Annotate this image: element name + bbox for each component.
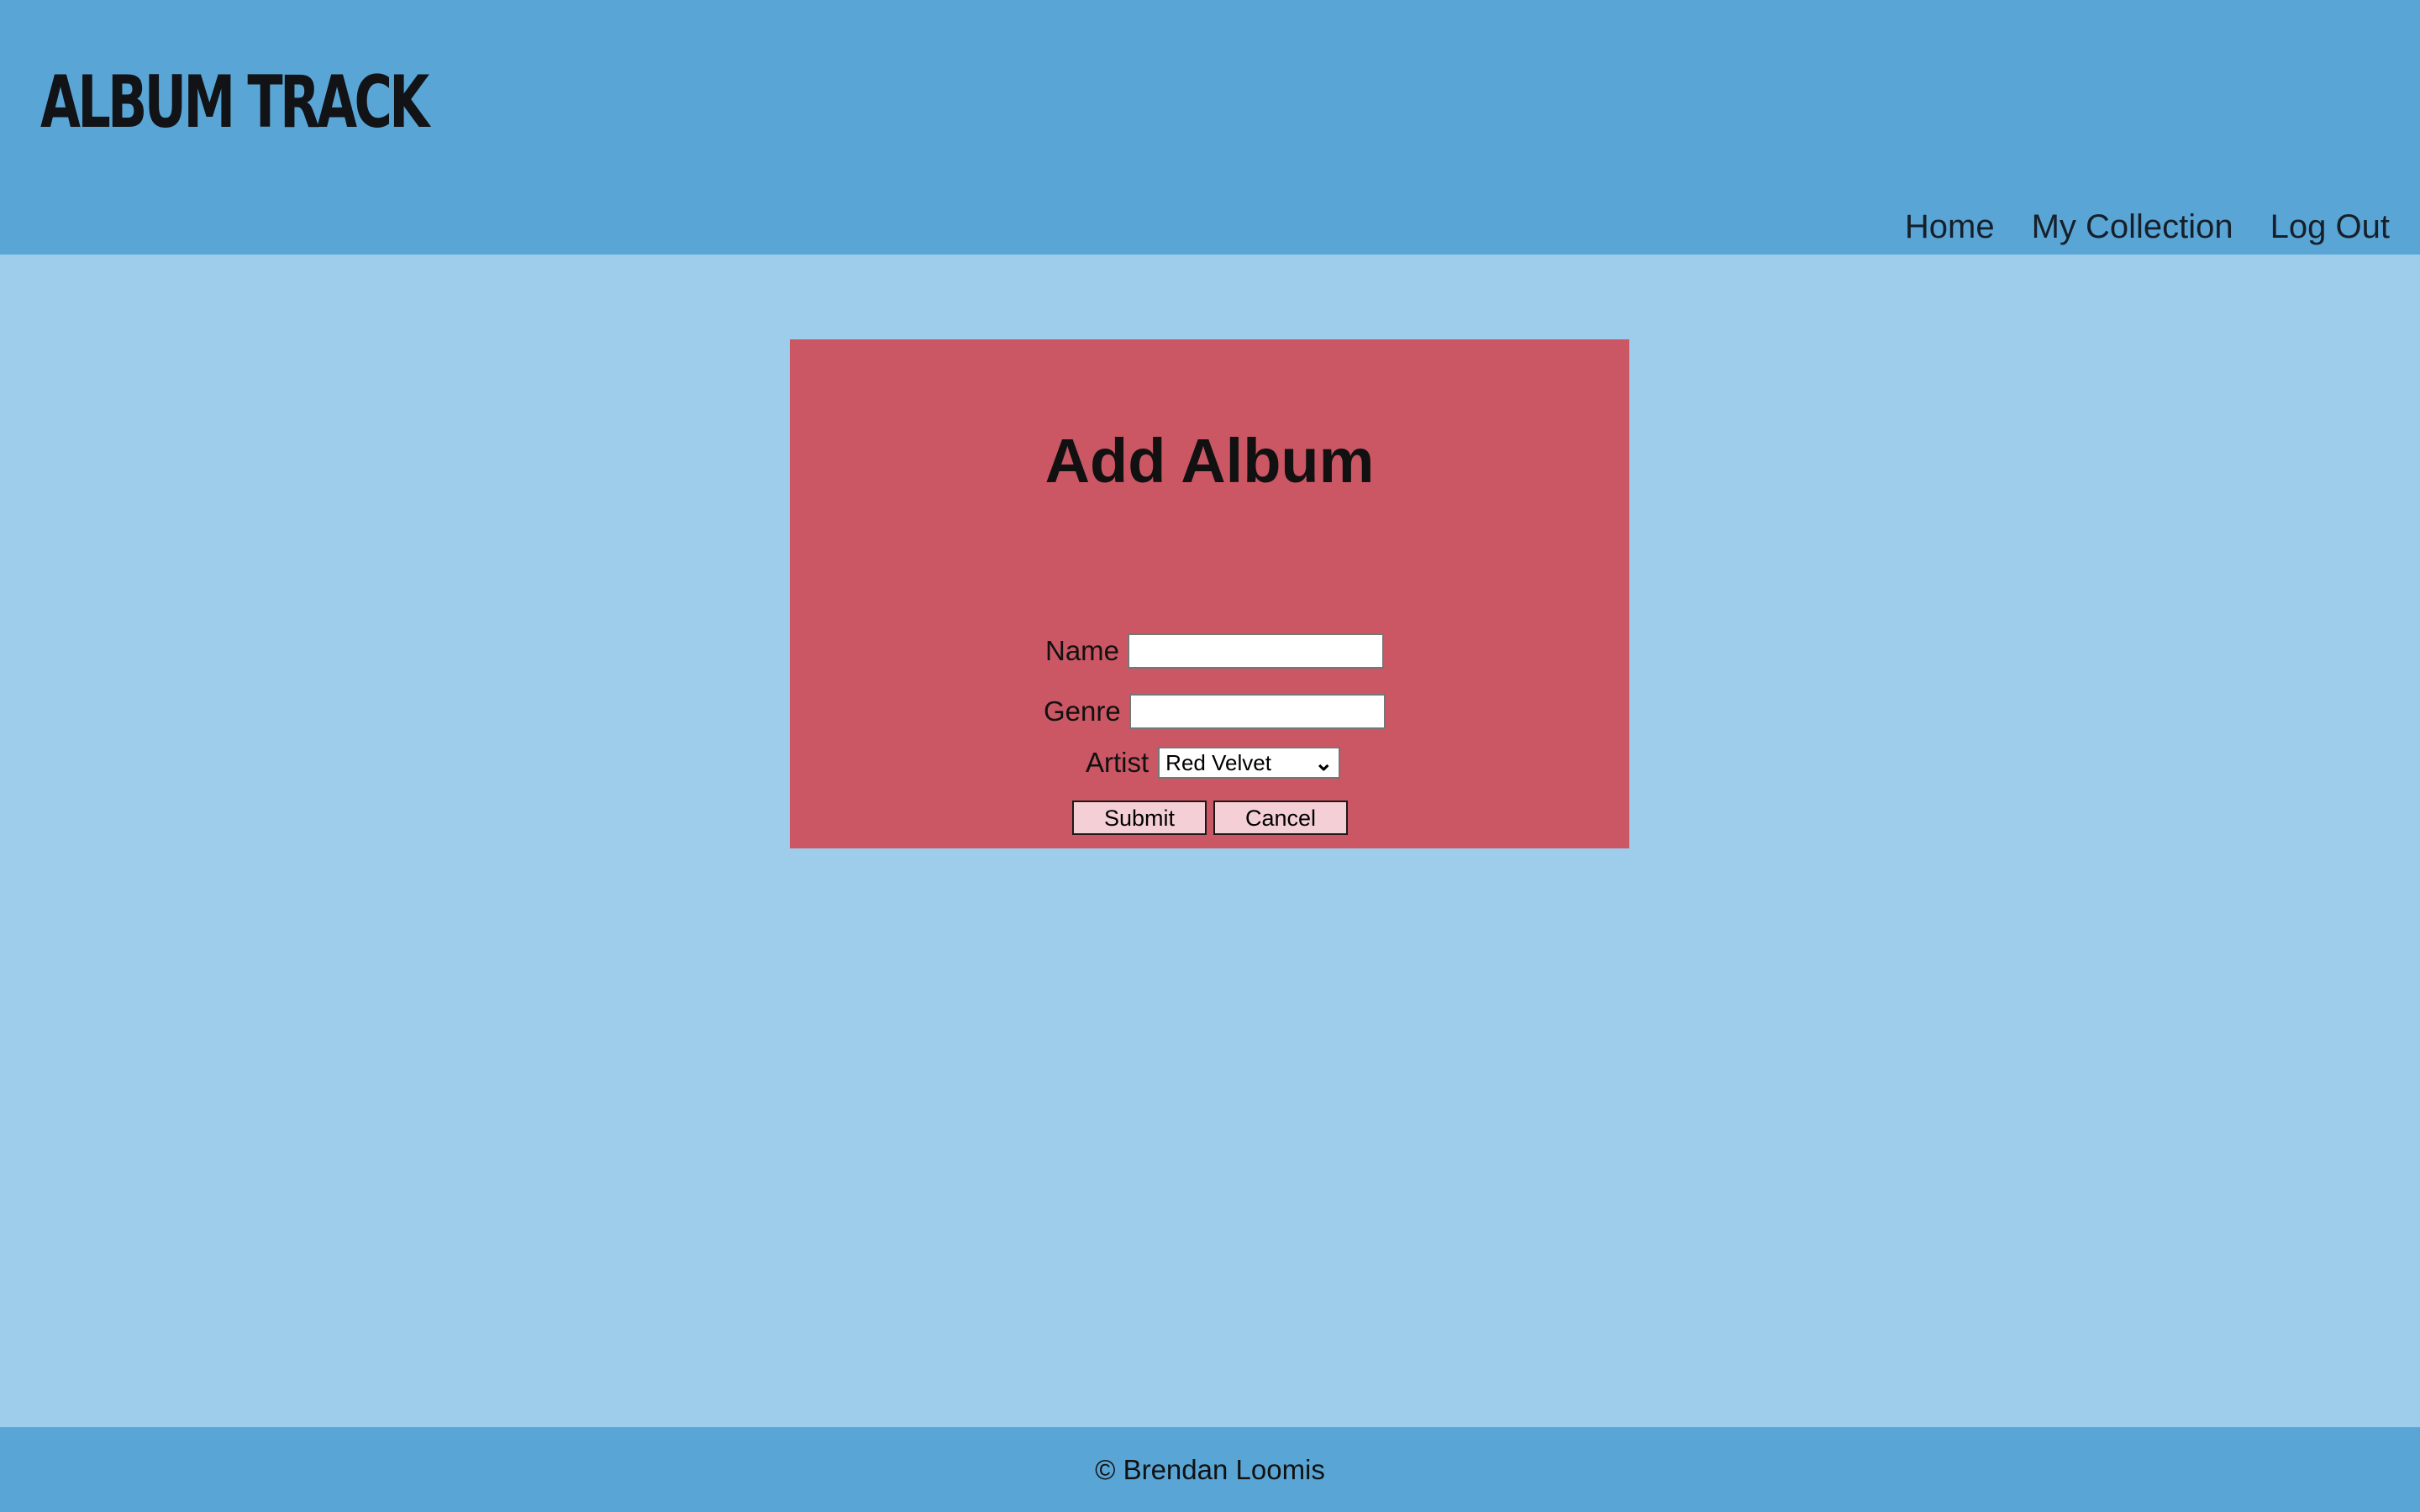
genre-input[interactable]	[1128, 694, 1386, 729]
name-label: Name	[1045, 635, 1120, 666]
main-content: Add Album Name Genre Artist Red Velvet ⌄…	[0, 255, 2420, 1427]
artist-field-row: Artist Red Velvet ⌄	[1086, 746, 1341, 780]
chevron-down-icon: ⌄	[1314, 750, 1334, 775]
add-album-card: Add Album Name Genre Artist Red Velvet ⌄…	[790, 339, 1629, 848]
copyright-text: © Brendan Loomis	[1095, 1453, 1325, 1485]
album-track-logo: ALBUM TRACK	[40, 60, 429, 144]
name-field-row: Name	[1045, 633, 1385, 669]
genre-field-row: Genre	[1044, 694, 1386, 729]
genre-label: Genre	[1044, 696, 1121, 727]
form-actions: Submit Cancel	[1072, 801, 1348, 835]
cancel-button[interactable]: Cancel	[1213, 801, 1348, 835]
top-navigation-bar: ALBUM TRACK Home My Collection Log Out	[0, 0, 2420, 255]
nav-home-link[interactable]: Home	[1905, 205, 1995, 249]
artist-label: Artist	[1086, 747, 1150, 778]
nav-my-collection-link[interactable]: My Collection	[2032, 205, 2233, 249]
footer: © Brendan Loomis	[0, 1427, 2420, 1512]
name-input[interactable]	[1128, 633, 1385, 669]
main-navigation: Home My Collection Log Out	[1905, 205, 2390, 249]
add-album-title: Add Album	[1044, 426, 1375, 496]
nav-log-out-link[interactable]: Log Out	[2270, 205, 2390, 249]
artist-selected-value: Red Velvet	[1165, 750, 1271, 775]
artist-select[interactable]: Red Velvet ⌄	[1158, 747, 1341, 779]
submit-button[interactable]: Submit	[1072, 801, 1207, 835]
